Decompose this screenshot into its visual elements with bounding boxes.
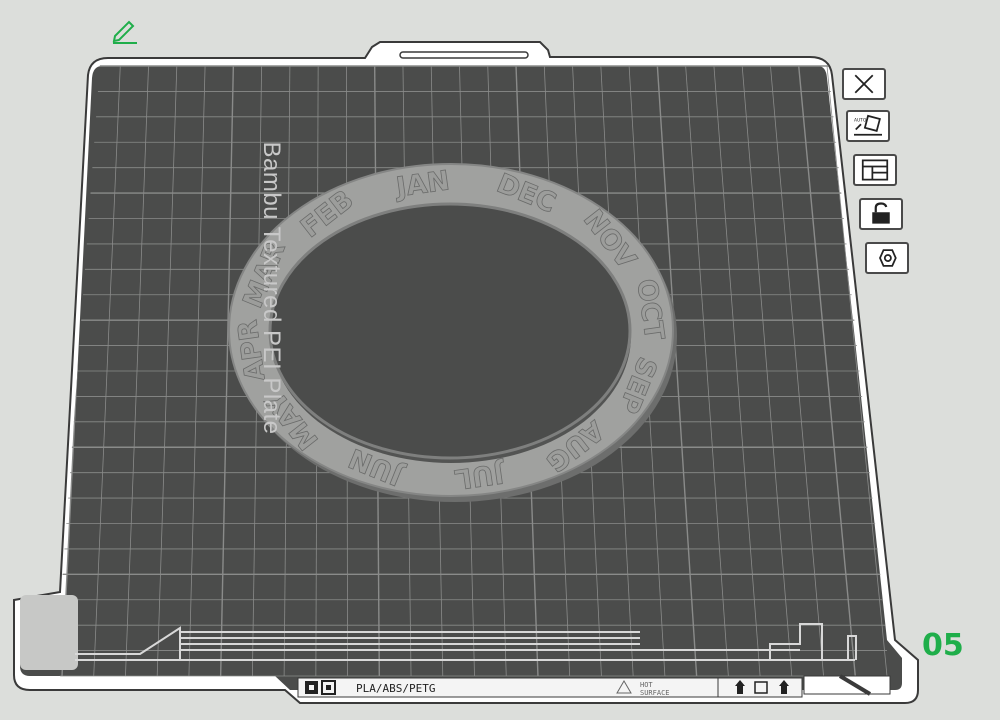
plate-number-label: 05 xyxy=(922,628,964,663)
hot-surface-label-1: HOT xyxy=(640,681,653,689)
auto-orient-label: AUTO xyxy=(854,118,867,124)
plate-settings-button[interactable] xyxy=(865,242,909,274)
month-ring-model[interactable]: JANFEBMARAPRMAYJUN JUL AUGSEPOCTNOVDEC xyxy=(228,163,677,502)
plate-handle-slot xyxy=(399,51,529,59)
plate-name-label: Bambu Textured PEI Plate xyxy=(258,141,285,435)
edit-plate-name-icon[interactable] xyxy=(110,18,140,44)
plate-corner-marker xyxy=(20,595,78,670)
close-icon xyxy=(854,74,874,94)
close-plate-button[interactable] xyxy=(842,68,886,100)
arrange-icon xyxy=(861,159,889,181)
lock-button[interactable] xyxy=(859,198,903,230)
filament-compat-label: PLA/ABS/PETG xyxy=(356,682,435,695)
arrange-button[interactable] xyxy=(853,154,897,186)
build-plate-viewport[interactable]: PLA/ABS/PETG HOT SURFACE JANFEBMARAPRMAY… xyxy=(0,0,1000,720)
auto-orient-button[interactable]: AUTO xyxy=(846,110,890,142)
hot-surface-label-2: SURFACE xyxy=(640,689,670,697)
auto-orient-icon: AUTO xyxy=(854,114,882,136)
lock-icon xyxy=(872,202,890,224)
settings-icon xyxy=(879,249,897,267)
